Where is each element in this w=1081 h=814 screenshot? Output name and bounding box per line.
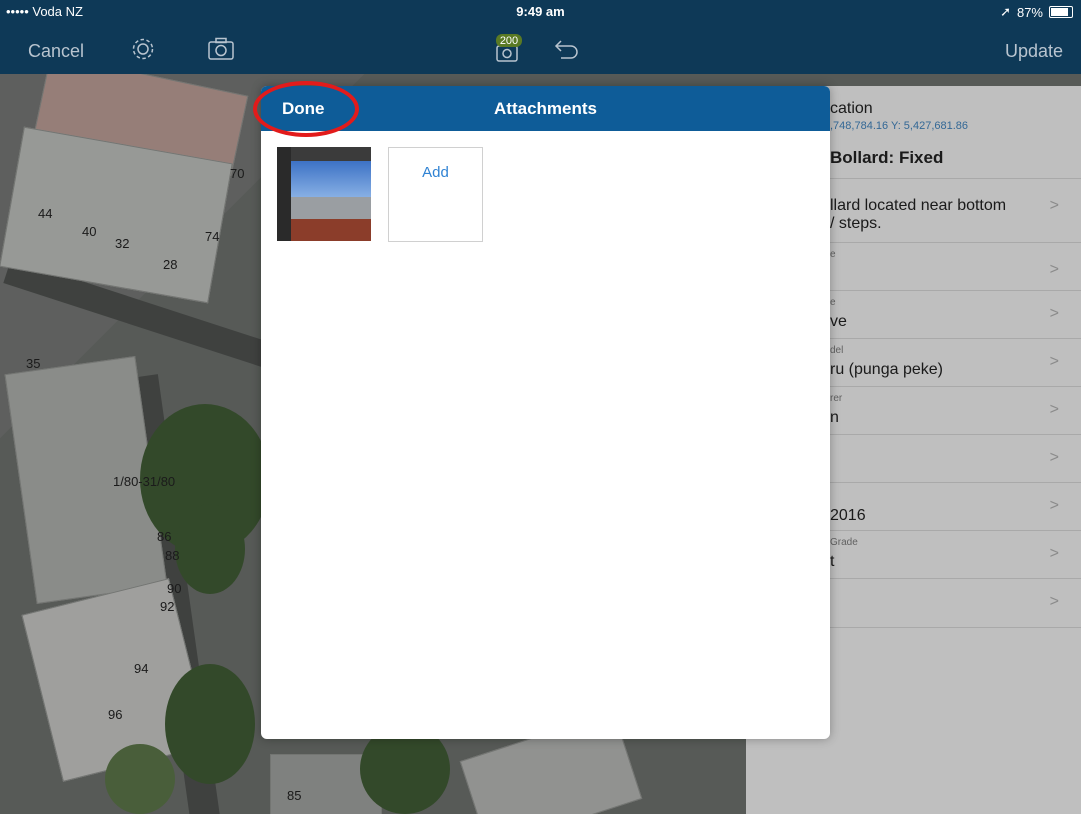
status-right: ➚ 87% bbox=[1000, 4, 1073, 20]
clock: 9:49 am bbox=[516, 4, 565, 19]
queue-badge-count: 200 bbox=[500, 35, 518, 47]
status-bar: ••••• Voda NZ 9:49 am ➚ 87% bbox=[0, 0, 1081, 22]
attachment-thumbnail[interactable] bbox=[277, 147, 371, 241]
thumbnail-floor bbox=[277, 219, 371, 241]
update-button[interactable]: Update bbox=[1005, 41, 1063, 62]
settings-gear-icon[interactable] bbox=[130, 36, 156, 62]
thumbnail-sky bbox=[277, 161, 371, 201]
camera-icon[interactable] bbox=[207, 37, 235, 61]
attachments-modal: Attachments Done Add bbox=[261, 86, 830, 739]
battery-icon bbox=[1049, 6, 1073, 18]
navigation-bar: Cancel 200 Update bbox=[0, 22, 1081, 74]
undo-icon[interactable] bbox=[553, 38, 581, 60]
photo-queue-icon[interactable]: 200 bbox=[493, 34, 523, 64]
add-attachment-button[interactable]: Add bbox=[388, 147, 483, 242]
cancel-button[interactable]: Cancel bbox=[28, 41, 84, 62]
add-label: Add bbox=[422, 164, 449, 181]
annotation-circle bbox=[253, 81, 359, 137]
battery-percent: 87% bbox=[1016, 4, 1043, 20]
thumbnail-edge bbox=[277, 147, 291, 241]
thumbnail-buildings bbox=[277, 197, 371, 219]
location-arrow-icon: ➚ bbox=[1000, 4, 1011, 19]
